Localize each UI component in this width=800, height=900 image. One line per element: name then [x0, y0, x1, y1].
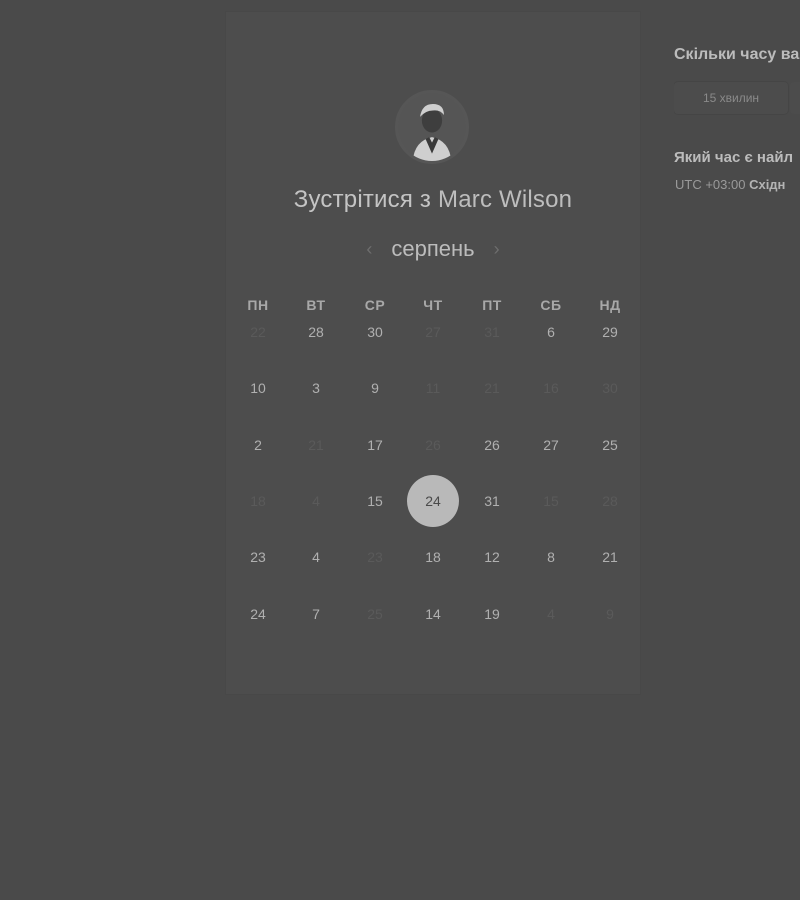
calendar-day[interactable]: 3	[290, 362, 342, 414]
calendar-day: 28	[602, 493, 618, 509]
calendar-day: 27	[425, 324, 441, 340]
timezone-offset: UTC +03:00	[675, 177, 746, 192]
calendar-day: 31	[484, 324, 500, 340]
booking-options-panel: Скільки часу вам 15 хвилин Який час є на…	[674, 0, 800, 260]
meeting-title-prefix: Зустрітися з	[293, 186, 432, 213]
calendar-day: 26	[425, 437, 441, 453]
calendar-day[interactable]: 21	[584, 531, 636, 583]
calendar-day[interactable]: 2	[232, 419, 284, 471]
host-name: Marc Wilson	[438, 186, 573, 213]
duration-question: Скільки часу вам	[674, 46, 800, 63]
calendar-day[interactable]: 15	[349, 475, 401, 527]
calendar-day[interactable]: 7	[290, 588, 342, 640]
calendar-day[interactable]: 27	[525, 419, 577, 471]
calendar-day: 4	[547, 606, 555, 622]
calendar-day: 21	[308, 437, 324, 453]
booking-card: Зустрітися з Marc Wilson ‹ серпень › ПН В…	[226, 12, 640, 694]
calendar-day[interactable]: 8	[525, 531, 577, 583]
calendar-day: 9	[606, 606, 614, 622]
duration-option-button[interactable]: 15 хвилин	[674, 82, 788, 114]
host-avatar	[395, 90, 469, 164]
calendar-day: 30	[602, 380, 618, 396]
calendar-day: 11	[425, 380, 441, 396]
month-label: серпень	[391, 236, 475, 261]
calendar-day[interactable]: 12	[466, 531, 518, 583]
calendar-day: 23	[367, 549, 383, 565]
time-question: Який час є найл	[674, 149, 794, 166]
calendar-day: 25	[367, 606, 383, 622]
timezone-selector[interactable]: UTC +03:00 Східн	[675, 177, 785, 192]
calendar-day: 21	[484, 380, 500, 396]
calendar-day[interactable]: 18	[407, 531, 459, 583]
duration-option-button-2[interactable]	[790, 82, 800, 114]
calendar-day-selected[interactable]: 24	[407, 475, 459, 527]
month-navigation: ‹ серпень ›	[226, 234, 640, 264]
calendar-day[interactable]: 31	[466, 475, 518, 527]
prev-month-button[interactable]: ‹	[363, 239, 375, 260]
calendar-day: 16	[543, 380, 559, 396]
calendar-day: 18	[250, 493, 266, 509]
calendar-day[interactable]: 29	[584, 306, 636, 358]
meeting-title: Зустрітися з Marc Wilson	[226, 186, 640, 214]
calendar-day[interactable]: 14	[407, 588, 459, 640]
calendar-day[interactable]: 17	[349, 419, 401, 471]
next-month-button[interactable]: ›	[491, 239, 503, 260]
host-photo	[398, 93, 466, 161]
calendar-day[interactable]: 9	[349, 362, 401, 414]
calendar-day[interactable]: 10	[232, 362, 284, 414]
calendar-day[interactable]: 4	[290, 531, 342, 583]
calendar-day: 15	[543, 493, 559, 509]
calendar-day[interactable]: 19	[466, 588, 518, 640]
calendar-day: 4	[312, 493, 320, 509]
calendar-day[interactable]: 26	[466, 419, 518, 471]
timezone-name: Східн	[749, 177, 786, 192]
calendar-day[interactable]: 25	[584, 419, 636, 471]
calendar-day[interactable]: 6	[525, 306, 577, 358]
calendar-day: 22	[250, 324, 266, 340]
calendar-day[interactable]: 28	[290, 306, 342, 358]
calendar-day[interactable]: 30	[349, 306, 401, 358]
calendar-day[interactable]: 23	[232, 531, 284, 583]
calendar-day[interactable]: 24	[232, 588, 284, 640]
